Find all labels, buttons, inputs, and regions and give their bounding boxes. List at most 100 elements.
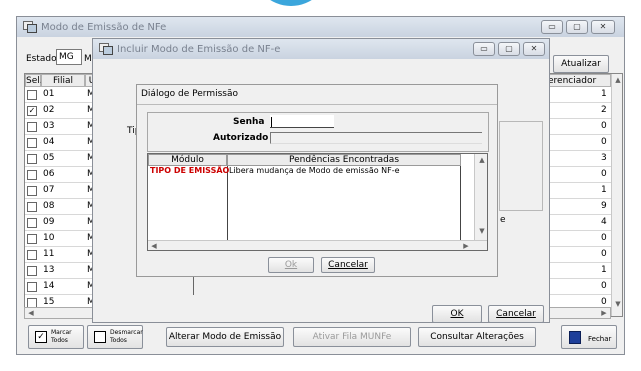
incluir-title: Incluir Modo de Emissão de NF-e <box>117 43 281 55</box>
senha-label: Senha <box>233 117 265 127</box>
row-filial: 14 <box>43 281 55 291</box>
row-checkbox[interactable] <box>27 122 37 132</box>
row-gerenciador: 1 <box>601 265 607 275</box>
desmarcar-box-icon <box>94 331 106 343</box>
col-sel[interactable]: Sel. <box>25 74 43 87</box>
row-gerenciador: 0 <box>601 233 607 243</box>
fechar-label: Fechar <box>588 335 612 343</box>
row-checkbox[interactable] <box>27 202 37 212</box>
row-checkbox[interactable] <box>27 218 37 228</box>
row-filial: 05 <box>43 153 55 163</box>
permissao-dialog: Diálogo de Permissão Senha Autorizado Mó… <box>136 84 498 277</box>
pendencia-row[interactable]: TIPO DE EMISSÃO Libera mudança de Modo d… <box>148 166 461 177</box>
incluir-app-icon <box>99 43 113 55</box>
row-checkbox[interactable] <box>27 138 37 148</box>
fechar-button[interactable]: Fechar <box>561 325 617 349</box>
pendencia-modulo: TIPO DE EMISSÃO <box>150 166 230 175</box>
col-modulo[interactable]: Módulo <box>148 154 227 166</box>
e-label: e <box>500 215 506 225</box>
row-checkbox[interactable]: ✓ <box>27 106 37 116</box>
row-checkbox[interactable] <box>27 154 37 164</box>
row-filial: 04 <box>43 137 55 147</box>
row-gerenciador: 2 <box>601 105 607 115</box>
row-gerenciador: 0 <box>601 169 607 179</box>
row-checkbox[interactable] <box>27 186 37 196</box>
row-filial: 09 <box>43 217 55 227</box>
row-checkbox[interactable] <box>27 282 37 292</box>
pendencia-descricao: Libera mudança de Modo de emissão NF-e <box>229 166 400 175</box>
incluir-maximize-button[interactable]: ▢ <box>498 42 520 56</box>
dialog-cancelar-button[interactable]: Cancelar <box>321 257 375 273</box>
estado-label: Estado <box>26 54 57 64</box>
row-filial: 06 <box>43 169 55 179</box>
scroll-up-icon[interactable]: ▲ <box>612 76 622 84</box>
row-gerenciador: 3 <box>601 153 607 163</box>
incluir-cancelar-button[interactable]: Cancelar <box>488 305 544 323</box>
row-checkbox[interactable] <box>27 250 37 260</box>
row-checkbox[interactable] <box>27 90 37 100</box>
row-filial: 11 <box>43 249 55 259</box>
senha-cursor <box>271 117 272 127</box>
row-filial: 13 <box>43 265 55 275</box>
autorizado-label: Autorizado <box>213 133 269 143</box>
desmarcar-todos-button[interactable]: Desmarcar Todos <box>87 325 143 349</box>
row-gerenciador: 1 <box>601 185 607 195</box>
top-decoration <box>252 0 330 6</box>
minimize-button[interactable]: ▭ <box>541 20 563 34</box>
pendencias-vscrollbar[interactable]: ▲ ▼ <box>474 154 487 240</box>
pendencias-hscrollbar[interactable]: ◀ ▶ <box>148 240 487 250</box>
estado-input[interactable]: MG <box>56 49 82 65</box>
row-gerenciador: 4 <box>601 217 607 227</box>
grid-hscrollbar-right[interactable]: ▶ <box>541 307 611 319</box>
dialog-title: Diálogo de Permissão <box>141 89 238 99</box>
atualizar-button[interactable]: Atualizar <box>553 55 609 73</box>
row-filial: 07 <box>43 185 55 195</box>
scroll-down-icon[interactable]: ▼ <box>612 300 622 308</box>
row-checkbox[interactable] <box>27 266 37 276</box>
incluir-minimize-button[interactable]: ▭ <box>473 42 495 56</box>
incluir-group-box <box>499 121 543 211</box>
main-title: Modo de Emissão de NFe <box>41 21 167 33</box>
autorizado-field <box>270 132 482 144</box>
row-filial: 03 <box>43 121 55 131</box>
row-gerenciador: 9 <box>601 201 607 211</box>
exit-door-icon <box>569 331 581 344</box>
senha-input[interactable] <box>270 115 334 128</box>
grid-vscrollbar[interactable]: ▲ ▼ <box>611 74 622 316</box>
row-gerenciador: 0 <box>601 281 607 291</box>
consultar-alteracoes-button[interactable]: Consultar Alterações <box>418 327 536 347</box>
alterar-modo-button[interactable]: Alterar Modo de Emissão <box>166 327 284 347</box>
row-filial: 10 <box>43 233 55 243</box>
row-gerenciador: 0 <box>601 137 607 147</box>
row-gerenciador: 1 <box>601 89 607 99</box>
row-gerenciador: 0 <box>601 121 607 131</box>
close-button[interactable]: ✕ <box>591 20 615 34</box>
col-pendencias[interactable]: Pendências Encontradas <box>227 154 461 166</box>
row-filial: 08 <box>43 201 55 211</box>
ativar-fila-button[interactable]: Ativar Fila MUNFe <box>293 327 411 347</box>
scroll-left-icon[interactable]: ◀ <box>25 309 37 317</box>
pend-scroll-down-icon[interactable]: ▼ <box>476 227 487 235</box>
scroll-right-icon[interactable]: ▶ <box>598 309 610 317</box>
marcar-todos-label: Marcar Todos <box>51 329 72 344</box>
col-filial[interactable]: Filial <box>41 74 85 87</box>
marcar-todos-button[interactable]: ✓ Marcar Todos <box>28 325 84 349</box>
pendencias-grid: Módulo Pendências Encontradas TIPO DE EM… <box>147 153 488 251</box>
marcar-check-icon: ✓ <box>35 331 47 343</box>
incluir-close-button[interactable]: ✕ <box>523 42 545 56</box>
pend-scroll-left-icon[interactable]: ◀ <box>148 242 160 250</box>
col-gerenciador[interactable]: erenciador <box>545 74 611 87</box>
col-divider-1 <box>227 166 228 240</box>
incluir-ok-button[interactable]: OK <box>432 305 482 323</box>
pend-scroll-right-icon[interactable]: ▶ <box>460 242 472 250</box>
row-filial: 15 <box>43 297 55 307</box>
maximize-button[interactable]: ▢ <box>566 20 588 34</box>
row-gerenciador: 0 <box>601 249 607 259</box>
row-filial: 02 <box>43 105 55 115</box>
row-checkbox[interactable] <box>27 170 37 180</box>
dialog-ok-button[interactable]: Ok <box>268 257 314 273</box>
row-checkbox[interactable] <box>27 234 37 244</box>
row-filial: 01 <box>43 89 55 99</box>
pend-scroll-up-icon[interactable]: ▲ <box>476 156 487 164</box>
row-gerenciador: 0 <box>601 297 607 307</box>
